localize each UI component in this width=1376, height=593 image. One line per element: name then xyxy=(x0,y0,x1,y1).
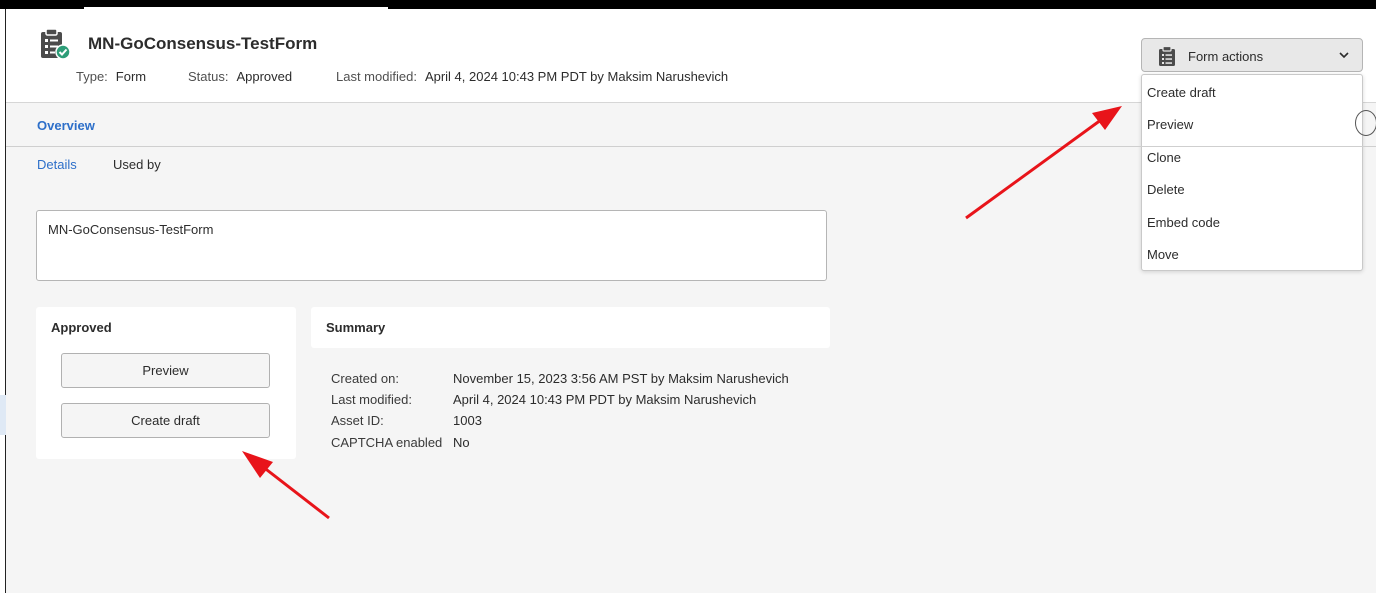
left-edge-highlight xyxy=(0,395,6,435)
form-name-value: MN-GoConsensus-TestForm xyxy=(48,222,214,237)
summary-row-key: Last modified: xyxy=(331,392,412,407)
summary-heading: Summary xyxy=(326,320,386,335)
menu-item-delete[interactable]: Delete xyxy=(1147,182,1185,197)
menu-item-move[interactable]: Move xyxy=(1147,247,1179,262)
overview-tab-bar: Overview xyxy=(6,103,1376,147)
summary-row: CAPTCHA enabled No xyxy=(331,435,470,450)
tab-details[interactable]: Details xyxy=(37,157,77,172)
chevron-down-icon xyxy=(1339,52,1349,59)
page-title: MN-GoConsensus-TestForm xyxy=(88,34,318,53)
summary-row-key: Asset ID: xyxy=(331,413,384,428)
menu-item-embed-code[interactable]: Embed code xyxy=(1147,215,1220,230)
summary-row-value: 1003 xyxy=(453,413,482,428)
create-draft-button[interactable]: Create draft xyxy=(61,403,270,438)
arrow-to-create-draft xyxy=(242,451,330,520)
clipboard-icon xyxy=(1159,46,1175,66)
type-value: Form xyxy=(115,69,147,84)
approved-card: Approved Preview Create draft xyxy=(36,307,296,459)
summary-row-key: CAPTCHA enabled xyxy=(331,435,443,450)
summary-row-value: No xyxy=(453,435,470,450)
type-label: Type: xyxy=(76,69,108,84)
approved-heading: Approved xyxy=(51,320,112,335)
status-label: Status: xyxy=(188,69,229,84)
menu-item-create-draft[interactable]: Create draft xyxy=(1147,85,1216,100)
last-modified-value: April 4, 2024 10:43 PM PDT by Maksim Nar… xyxy=(424,69,729,84)
last-modified-meta: Last modified: April 4, 2024 10:43 PM PDT… xyxy=(336,69,728,84)
menu-item-clone[interactable]: Clone xyxy=(1147,150,1181,165)
help-icon[interactable] xyxy=(1355,110,1376,136)
summary-row: Asset ID: 1003 xyxy=(331,413,482,428)
form-actions-button[interactable]: Form actions xyxy=(1141,38,1363,72)
summary-row-key: Created on: xyxy=(331,371,399,386)
tab-used-by[interactable]: Used by xyxy=(113,157,161,172)
status-value: Approved xyxy=(236,69,293,84)
summary-row: Created on: November 15, 2023 3:56 AM PST… xyxy=(331,371,789,386)
form-actions-label: Form actions xyxy=(1188,49,1264,64)
form-name-field[interactable]: MN-GoConsensus-TestForm xyxy=(36,210,827,281)
summary-header: Summary xyxy=(311,307,830,348)
browser-top-bar xyxy=(0,0,1376,9)
summary-row-value: November 15, 2023 3:56 AM PST by Maksim … xyxy=(453,371,789,386)
type-meta: Type: Form xyxy=(76,69,146,84)
summary-row-value: April 4, 2024 10:43 PM PDT by Maksim Nar… xyxy=(453,392,757,407)
status-meta: Status: Approved xyxy=(188,69,292,84)
preview-button[interactable]: Preview xyxy=(61,353,270,388)
last-modified-label: Last modified: xyxy=(336,69,417,84)
clipboard-check-icon xyxy=(41,28,71,60)
tab-overview[interactable]: Overview xyxy=(37,118,95,133)
summary-row: Last modified: April 4, 2024 10:43 PM PDT… xyxy=(331,392,756,407)
